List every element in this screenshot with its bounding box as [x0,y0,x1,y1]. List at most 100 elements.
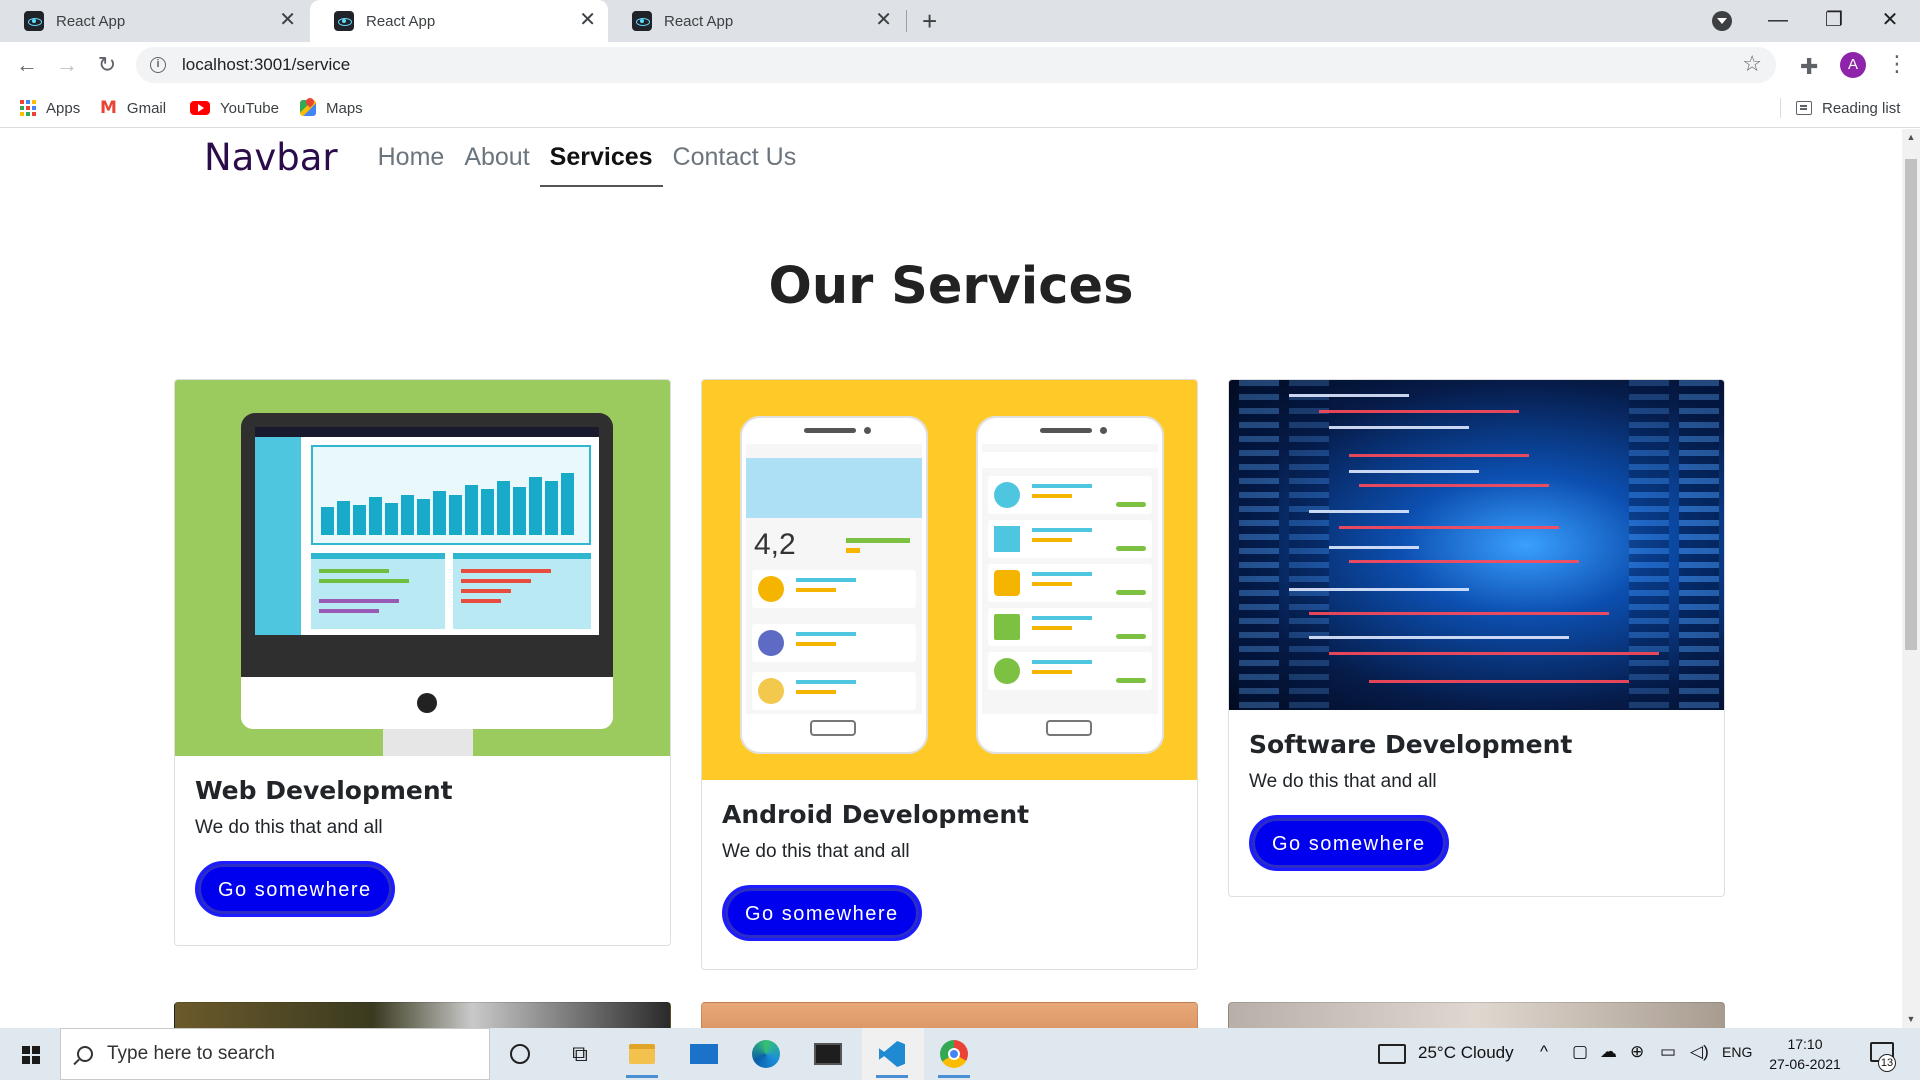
card-title: Web Development [195,776,453,805]
service-card-peek-1 [174,1002,671,1028]
go-somewhere-button[interactable]: Go somewhere [195,861,395,917]
weather-icon[interactable] [1378,1044,1406,1064]
tab-strip: React App ✕ React App ✕ React App ✕ + — … [0,0,1920,42]
react-favicon-icon [334,11,354,31]
android-app-illustration: 4,2 [702,380,1197,780]
go-somewhere-button[interactable]: Go somewhere [722,885,922,941]
cortana-icon[interactable] [502,1036,538,1072]
task-view-icon[interactable]: ⧉ [562,1036,598,1072]
react-favicon-icon [24,11,44,31]
bookmark-star-icon[interactable]: ☆ [1742,53,1762,75]
bookmarks-divider [1780,98,1781,118]
service-card-web: Web Development We do this that and all … [174,379,671,946]
service-card-software: Software Development We do this that and… [1228,379,1725,897]
windows-start-icon[interactable] [22,1046,40,1064]
windows-taskbar: Type here to search ⧉ 25°C Cloudy ^ ▢ ☁ … [0,1028,1920,1080]
apps-grid-icon [20,100,36,116]
terminal-icon[interactable] [810,1036,846,1072]
system-clock[interactable]: 17:10 27-06-2021 [1750,1034,1860,1074]
tab-title: React App [56,12,126,30]
bookmark-maps[interactable]: Maps [300,96,363,120]
nav-link-services[interactable]: Services [539,129,663,187]
navbar-brand[interactable]: Navbar [204,136,338,179]
go-somewhere-button[interactable]: Go somewhere [1249,815,1449,871]
react-favicon-icon [632,11,652,31]
tab-title: React App [664,12,734,30]
extensions-puzzle-icon[interactable]: ✚ [1800,54,1818,80]
notification-count-badge: 13 [1878,1054,1896,1072]
onedrive-icon[interactable]: ☁ [1600,1042,1617,1062]
clock-date: 27-06-2021 [1769,1056,1841,1072]
phone-graphic-left: 4,2 [740,416,928,754]
monitor-graphic [241,413,613,729]
reload-icon[interactable]: ↻ [92,50,122,80]
browser-tab-3[interactable]: React App ✕ [608,0,904,42]
monitor-stand-base [351,719,503,729]
volume-icon[interactable]: ◁) [1690,1042,1709,1062]
bookmark-apps[interactable]: Apps [20,96,80,120]
browser-toolbar: ← → ↻ i localhost:3001/service ☆ ✚ A ⋮ [0,42,1920,88]
service-card-peek-3 [1228,1002,1725,1028]
chrome-menu-icon[interactable]: ⋮ [1886,50,1908,78]
nav-link-home[interactable]: Home [368,129,455,185]
clock-time: 17:10 [1787,1036,1823,1052]
gmail-icon: M [100,98,117,118]
webcam-dot [417,693,437,713]
close-tab-icon[interactable]: ✕ [279,10,296,30]
tab-title: React App [366,12,436,30]
new-tab-icon[interactable]: + [922,6,937,36]
bookmark-label: Maps [326,99,363,117]
show-hidden-icons-icon[interactable]: ^ [1540,1042,1548,1062]
site-info-icon[interactable]: i [150,57,166,73]
weather-text[interactable]: 25°C Cloudy [1418,1043,1514,1063]
nav-link-about[interactable]: About [454,129,539,185]
network-icon[interactable]: ⊕ [1630,1042,1644,1062]
language-indicator[interactable]: ENG [1722,1044,1752,1060]
phone-graphic-right [976,416,1164,754]
taskbar-search-box[interactable]: Type here to search [60,1028,490,1080]
site-navbar: Navbar Home About Services Contact Us [204,129,807,187]
chrome-icon[interactable] [936,1036,972,1078]
bookmark-label: Gmail [126,99,167,117]
close-window-icon[interactable]: ✕ [1866,4,1914,36]
back-icon[interactable]: ← [12,50,42,80]
bookmark-label: Apps [46,99,81,117]
scroll-down-icon[interactable]: ▼ [1902,1011,1920,1028]
tab-search-icon[interactable] [1712,11,1732,31]
bookmarks-bar: Apps M Gmail YouTube Maps Reading list [0,88,1920,128]
file-explorer-icon[interactable] [624,1036,660,1078]
edge-browser-icon[interactable] [748,1036,784,1072]
reading-list-icon [1796,101,1812,115]
bookmark-gmail[interactable]: M Gmail [100,96,166,120]
url-text[interactable]: localhost:3001/service [182,55,350,75]
close-tab-icon[interactable]: ✕ [875,10,892,30]
page-title: Our Services [768,257,1134,316]
minimize-icon[interactable]: — [1754,4,1802,36]
vscode-icon[interactable] [874,1036,910,1078]
profile-avatar[interactable]: A [1840,52,1866,78]
browser-tab-1[interactable]: React App ✕ [0,0,308,42]
browser-tab-2[interactable]: React App ✕ [310,0,608,42]
restore-icon[interactable]: ❐ [1810,4,1858,36]
battery-icon[interactable]: ▭ [1660,1042,1676,1062]
scroll-up-icon[interactable]: ▲ [1902,129,1920,146]
card-title: Android Development [722,800,1030,829]
mail-icon[interactable] [686,1036,722,1072]
reading-list-label: Reading list [1822,99,1901,117]
web-development-illustration [175,380,670,756]
forward-icon[interactable]: → [52,50,82,80]
nav-link-contact[interactable]: Contact Us [663,129,807,185]
monitor-screen [255,427,599,635]
taskbar-search-placeholder[interactable]: Type here to search [107,1043,275,1065]
meet-now-icon[interactable]: ▢ [1572,1042,1588,1062]
scrollbar-thumb[interactable] [1905,159,1917,650]
address-bar[interactable]: i localhost:3001/service ☆ [136,47,1776,83]
monitor-stand [383,729,473,756]
close-tab-icon[interactable]: ✕ [579,10,596,30]
reading-list-button[interactable]: Reading list [1796,96,1900,120]
page-scrollbar[interactable]: ▲ ▼ [1902,129,1920,1028]
bookmark-youtube[interactable]: YouTube [190,96,279,120]
tab-separator [906,10,907,32]
card-title: Software Development [1249,730,1573,759]
service-card-android: 4,2 Android Development We do this that … [701,379,1198,970]
